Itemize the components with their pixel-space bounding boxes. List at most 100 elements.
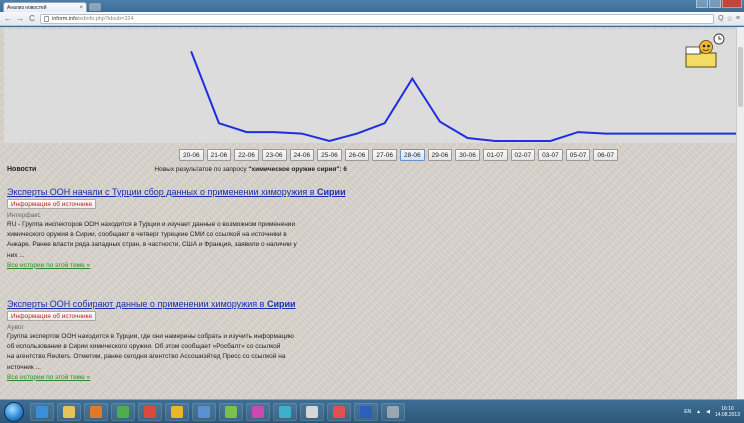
app-icon-3-glyph xyxy=(198,405,210,418)
reload-button[interactable]: C xyxy=(28,14,36,23)
date-button-06-07[interactable]: 06-07 xyxy=(593,149,618,161)
trend-point-25-06 xyxy=(328,140,331,142)
source-info-button[interactable]: Информация об источнике xyxy=(7,311,97,321)
minimize-button[interactable] xyxy=(696,0,708,8)
app-icon-4-glyph xyxy=(225,405,237,418)
date-button-02-07[interactable]: 02-07 xyxy=(510,149,536,161)
tray-date: 14.08.2013 xyxy=(714,411,740,418)
paint-icon-glyph xyxy=(333,405,345,418)
media-player-icon[interactable] xyxy=(84,402,108,421)
trend-point-26-06 xyxy=(356,132,358,135)
scrollbar-thumb[interactable] xyxy=(738,47,743,107)
network-icon[interactable]: ▲ xyxy=(696,409,701,415)
trend-point-02-07 xyxy=(522,140,524,142)
trend-chart-svg xyxy=(190,51,736,143)
tray-clock[interactable]: 16:10 14.08.2013 xyxy=(715,406,740,418)
article-source: Ayвог xyxy=(7,324,24,331)
date-button-27-06[interactable]: 27-06 xyxy=(372,149,397,161)
trend-point-05-07 xyxy=(577,131,579,133)
article-title-text: Эксперты ООН собирают данные о применени… xyxy=(7,299,267,309)
explorer-icon[interactable] xyxy=(57,402,81,421)
trend-line xyxy=(190,51,736,143)
article-title-bold: Сирии xyxy=(266,299,296,309)
bookmark-star-icon[interactable]: ☆ xyxy=(727,15,733,23)
chrome-icon-glyph xyxy=(171,405,183,418)
app-icon-7[interactable] xyxy=(300,402,324,421)
snippet-line: RU - Группа инспекторов ООН находится в … xyxy=(7,221,296,228)
new-tab-button[interactable] xyxy=(89,3,101,11)
browser-toolbar: ← → C inform.info/edinfo.php?idsub=324 Q… xyxy=(0,12,744,26)
date-button-03-07[interactable]: 03-07 xyxy=(538,149,563,161)
article-title-link[interactable]: Эксперты ООН собирают данные о применени… xyxy=(7,299,352,310)
date-button-26-06[interactable]: 26-06 xyxy=(344,149,370,161)
tab-close-icon[interactable]: × xyxy=(79,5,83,11)
address-bar[interactable]: inform.info/edinfo.php?idsub=324 xyxy=(40,13,715,24)
address-url: inform.info/edinfo.php?idsub=324 xyxy=(52,16,134,22)
word-icon[interactable] xyxy=(354,402,378,421)
date-button-25-06[interactable]: 25-06 xyxy=(317,149,342,161)
news-article: Эксперты ООН собирают данные о применени… xyxy=(7,299,352,383)
window-controls xyxy=(696,0,742,8)
chrome-icon[interactable] xyxy=(165,402,189,421)
article-snippet: Группа экспертов ООН находится в Турции,… xyxy=(7,332,352,373)
app-icon-2[interactable] xyxy=(138,402,162,421)
app-icon-6[interactable] xyxy=(273,402,297,421)
snippet-line: на агентство Reuters. Отметим, ранее сег… xyxy=(7,353,286,361)
trend-point-22-06 xyxy=(245,131,248,133)
news-header: Новости Новых результатов по запросу "хи… xyxy=(7,166,347,173)
app-icon-2-glyph xyxy=(144,405,156,418)
article-snippet: RU - Группа инспекторов ООН находится в … xyxy=(7,220,352,261)
date-button-28-06[interactable]: 28-06 xyxy=(400,149,425,161)
source-info-button[interactable]: Информация об источнике xyxy=(7,199,97,209)
zoom-icon[interactable]: Q xyxy=(718,15,723,23)
all-stories-link[interactable]: Все истории по этой теме » xyxy=(7,373,352,383)
browser-tab[interactable]: Анализ новостей × xyxy=(3,2,87,12)
date-button-29-06[interactable]: 29-06 xyxy=(427,149,453,161)
volume-icon[interactable]: ◀ xyxy=(706,409,710,415)
page-scrollbar[interactable] xyxy=(736,27,744,399)
app-icon-4[interactable] xyxy=(219,402,243,421)
results-summary: Новых результатов по запросу "химическое… xyxy=(154,166,347,173)
date-button-30-06[interactable]: 30-06 xyxy=(455,149,480,161)
trend-point-29-06 xyxy=(439,120,441,123)
news-trend-chart xyxy=(4,29,736,143)
trend-point-21-06 xyxy=(218,122,220,124)
language-indicator[interactable]: EN xyxy=(684,409,691,415)
app-icon-5[interactable] xyxy=(246,402,270,421)
forward-button[interactable]: → xyxy=(16,14,24,23)
trend-point-06-07 xyxy=(604,132,607,135)
all-stories-link[interactable]: Все истории по этой теме » xyxy=(7,261,352,271)
date-button-24-06[interactable]: 24-06 xyxy=(289,149,315,161)
trend-point-20-06 xyxy=(190,51,193,53)
ie-icon-glyph xyxy=(36,405,48,418)
app-icon-1[interactable] xyxy=(111,402,135,421)
app-icon-3[interactable] xyxy=(192,402,216,421)
snippet-line: химического оружия в Сирии, сообщают в ч… xyxy=(7,231,287,239)
close-window-button[interactable] xyxy=(722,0,742,8)
date-button-21-06[interactable]: 21-06 xyxy=(206,149,232,161)
menu-icon[interactable]: ≡ xyxy=(736,15,740,23)
page-content: 20-06 21-06 22-06 23-06 24-06 25-06 26-06 27-06… xyxy=(0,27,736,399)
date-button-20-06[interactable]: 20-06 xyxy=(179,149,204,161)
date-button-23-06[interactable]: 23-06 xyxy=(261,149,287,161)
article-title-link[interactable]: Эксперты ООН начали с Турции сбор данных… xyxy=(7,187,352,198)
news-article: Эксперты ООН начали с Турции сбор данных… xyxy=(7,187,352,271)
ie-icon[interactable] xyxy=(30,402,54,421)
app-icon-8[interactable] xyxy=(381,402,405,421)
app-icon-8-glyph xyxy=(387,405,399,418)
trend-point-23-06 xyxy=(273,131,275,133)
snippet-line: Группа экспертов ООН находится в Турции,… xyxy=(7,333,294,340)
maximize-button[interactable] xyxy=(709,0,721,8)
trend-point-01-07 xyxy=(494,140,496,142)
start-button[interactable] xyxy=(4,401,24,422)
paint-icon[interactable] xyxy=(327,402,351,421)
date-button-05-07[interactable]: 05-07 xyxy=(565,149,591,161)
tab-title: Анализ новостей xyxy=(7,4,47,11)
article-source: Интерфакс xyxy=(7,212,41,219)
date-button-01-07[interactable]: 01-07 xyxy=(482,149,508,161)
back-button[interactable]: ← xyxy=(4,14,12,23)
page-icon xyxy=(44,15,49,22)
trend-point-28-06 xyxy=(411,77,414,80)
date-button-22-06[interactable]: 22-06 xyxy=(234,149,259,161)
article-title-bold: Сирии xyxy=(317,187,346,197)
